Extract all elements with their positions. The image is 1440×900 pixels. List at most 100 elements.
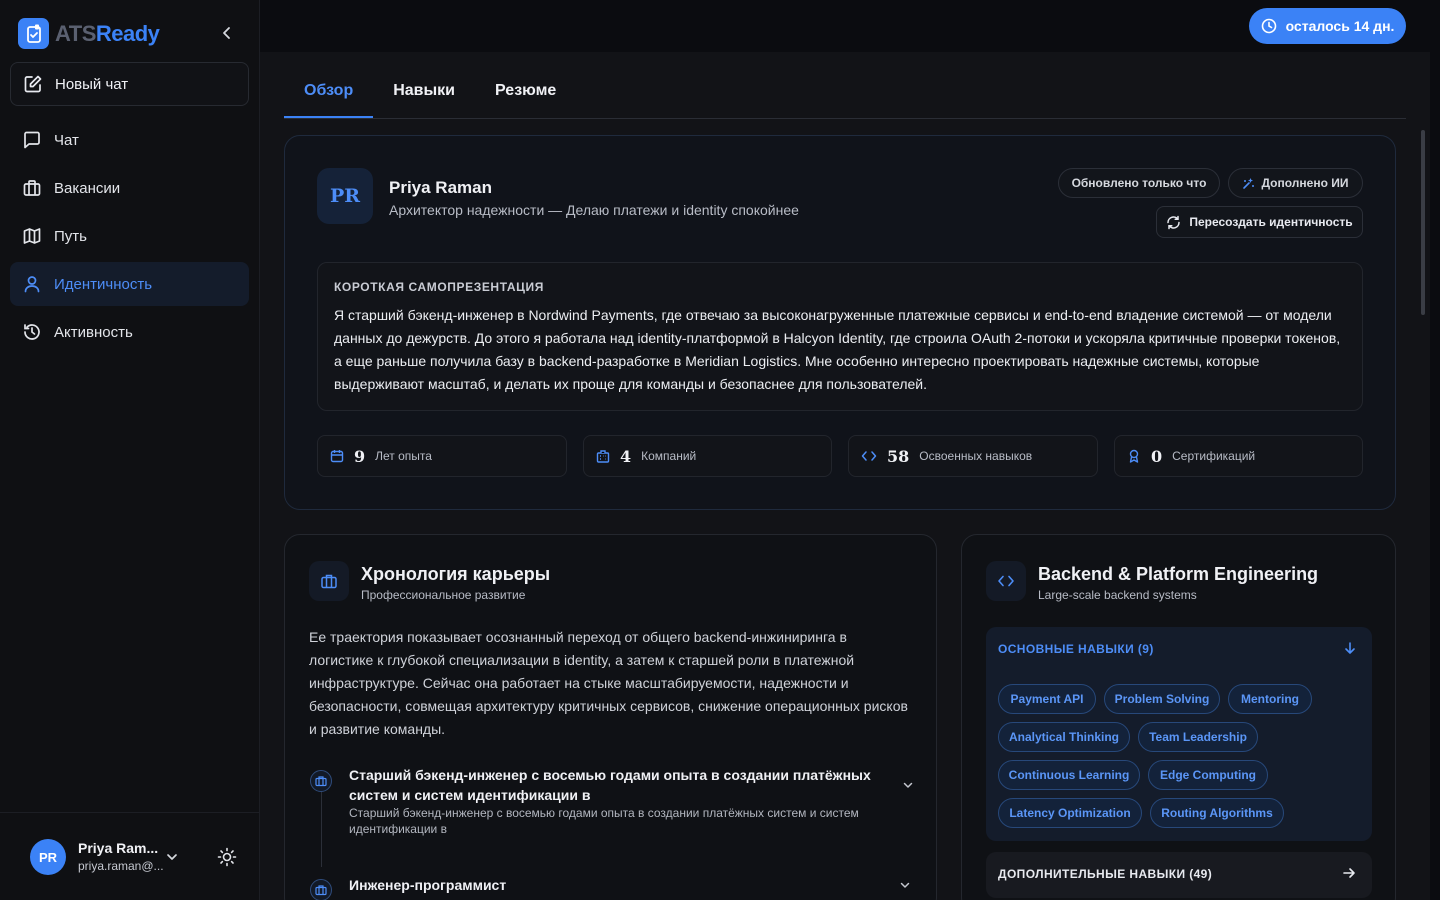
tab-skills[interactable]: Навыки: [373, 52, 475, 118]
profile-card: PR Priya Raman Архитектор надежности — Д…: [284, 135, 1396, 510]
updated-badge: Обновлено только что: [1058, 168, 1220, 198]
sidebar-item-path[interactable]: Путь: [10, 214, 249, 258]
skill-pill[interactable]: Analytical Thinking: [998, 722, 1130, 752]
stat-label: Компаний: [641, 449, 697, 463]
brand-name: ATSReady: [55, 20, 160, 47]
theme-toggle-button[interactable]: [217, 847, 237, 867]
chevron-down-icon: [903, 782, 913, 788]
calendar-icon: [330, 450, 344, 463]
expand-additional-skills-button[interactable]: [1342, 866, 1356, 880]
sidebar-item-label: Чат: [54, 131, 79, 149]
ai-enhanced-badge: Дополнено ИИ: [1228, 168, 1363, 198]
expand-job-button[interactable]: [902, 779, 914, 791]
elevator-pitch: КОРОТКАЯ САМОПРЕЗЕНТАЦИЯ Я старший бэкен…: [317, 262, 1363, 411]
stat-value: 4: [620, 446, 632, 466]
expand-job-button[interactable]: [899, 879, 911, 891]
brand-name-part1: ATS: [55, 20, 96, 46]
brand-logo[interactable]: ATSReady: [18, 18, 160, 49]
skill-pill[interactable]: Edge Computing: [1148, 760, 1268, 790]
message-square-icon: [24, 131, 40, 149]
sidebar-item-label: Путь: [54, 227, 87, 245]
avatar[interactable]: PR: [30, 839, 66, 875]
sidebar-item-chat[interactable]: Чат: [10, 118, 249, 162]
additional-skills-title: ДОПОЛНИТЕЛЬНЫЕ НАВЫКИ (49): [998, 867, 1213, 881]
arrow-down-icon: [1345, 642, 1355, 654]
sidebar-item-label: Активность: [54, 323, 133, 341]
sidebar-item-jobs[interactable]: Вакансии: [10, 166, 249, 210]
updated-label: Обновлено только что: [1071, 176, 1207, 190]
job-marker-icon: [310, 879, 332, 900]
user-menu-button[interactable]: [165, 850, 179, 864]
history-icon: [24, 324, 40, 340]
sidebar-item-label: Идентичность: [54, 275, 153, 293]
briefcase-icon: [309, 561, 349, 601]
stat-value: 0: [1151, 446, 1163, 466]
trial-remaining-button[interactable]: осталось 14 дн.: [1249, 8, 1406, 44]
user-email: priya.raman@...: [78, 859, 164, 873]
stat-label: Освоенных навыков: [919, 449, 1033, 463]
stat-label: Лет опыта: [375, 449, 432, 463]
skill-pill[interactable]: Continuous Learning: [998, 760, 1140, 790]
skill-pill[interactable]: Team Leadership: [1138, 722, 1258, 752]
skill-pill[interactable]: Problem Solving: [1104, 684, 1220, 714]
profile-role: Архитектор надежности — Делаю платежи и …: [389, 202, 799, 218]
user-icon: [24, 276, 40, 293]
clock-icon: [1261, 18, 1276, 34]
job-title[interactable]: Инженер-программист: [349, 875, 899, 895]
user-panel: PR Priya Ram... priya.raman@...: [0, 812, 260, 900]
skill-cluster-title: Backend & Platform Engineering: [1038, 564, 1319, 584]
pitch-text: Я старший бэкенд-инженер в Nordwind Paym…: [334, 307, 1341, 392]
stat-skills: 58 Освоенных навыков: [848, 435, 1098, 477]
regenerate-label: Пересоздать идентичность: [1189, 215, 1353, 229]
chevron-down-icon: [167, 854, 177, 860]
edit-icon: [24, 75, 42, 93]
map-icon: [23, 228, 41, 244]
sidebar-item-identity[interactable]: Идентичность: [10, 262, 249, 306]
job-marker-icon: [310, 770, 332, 792]
skill-pill[interactable]: Payment API: [998, 684, 1096, 714]
tab-resume[interactable]: Резюме: [475, 52, 576, 118]
skill-cluster-subtitle: Large-scale backend systems: [1038, 588, 1197, 602]
ai-enhanced-label: Дополнено ИИ: [1261, 176, 1349, 190]
building-icon: [596, 450, 610, 463]
arrow-right-icon: [1343, 868, 1355, 878]
timeline-connector: [321, 791, 322, 867]
sparkles-icon: [1243, 177, 1255, 189]
career-timeline-card: Хронология карьеры Профессиональное разв…: [284, 534, 937, 900]
core-skills-title[interactable]: ОСНОВНЫЕ НАВЫКИ (9): [998, 642, 1154, 656]
stat-certifications: 0 Сертификаций: [1114, 435, 1363, 477]
sidebar: ATSReady Новый чат Чат Вакансии Путь Иде…: [0, 0, 260, 900]
sidebar-item-label: Вакансии: [54, 179, 121, 197]
core-skills-panel: ОСНОВНЫЕ НАВЫКИ (9) Payment API Problem …: [986, 627, 1372, 841]
sidebar-item-activity[interactable]: Активность: [10, 310, 249, 354]
chevron-left-icon: [223, 27, 230, 39]
scrollbar-thumb[interactable]: [1421, 130, 1425, 315]
logo-icon: [18, 18, 49, 49]
skill-pill[interactable]: Routing Algorithms: [1150, 798, 1284, 828]
tab-overview[interactable]: Обзор: [284, 52, 374, 118]
code-icon: [861, 451, 877, 461]
profile-initials-badge: PR: [317, 168, 373, 224]
stat-label: Сертификаций: [1172, 449, 1256, 463]
profile-name: Priya Raman: [389, 178, 492, 197]
trial-label: осталось 14 дн.: [1285, 18, 1395, 34]
additional-skills-panel[interactable]: ДОПОЛНИТЕЛЬНЫЕ НАВЫКИ (49): [986, 852, 1372, 898]
collapse-core-skills-button[interactable]: [1343, 641, 1357, 655]
new-chat-button[interactable]: Новый чат: [10, 62, 249, 106]
skill-pill[interactable]: Mentoring: [1228, 684, 1312, 714]
timeline-subtitle: Профессиональное развитие: [361, 588, 526, 602]
pitch-title: КОРОТКАЯ САМОПРЕЗЕНТАЦИЯ: [334, 280, 544, 294]
refresh-icon: [1167, 215, 1181, 229]
sun-icon: [217, 847, 237, 867]
regenerate-identity-button[interactable]: Пересоздать идентичность: [1156, 206, 1363, 238]
briefcase-icon: [23, 180, 41, 196]
skill-cluster-card: Backend & Platform Engineering Large-sca…: [961, 534, 1396, 900]
skill-pill[interactable]: Latency Optimization: [998, 798, 1142, 828]
collapse-sidebar-button[interactable]: [218, 24, 236, 42]
new-chat-label: Новый чат: [55, 75, 129, 93]
job-title[interactable]: Старший бэкенд-инженер с восемью годами …: [349, 765, 899, 805]
tabs: Обзор Навыки Резюме: [284, 52, 1406, 119]
brand-name-part2: Ready: [95, 20, 160, 46]
user-name: Priya Ram...: [78, 840, 159, 856]
stat-value: 58: [887, 446, 910, 466]
